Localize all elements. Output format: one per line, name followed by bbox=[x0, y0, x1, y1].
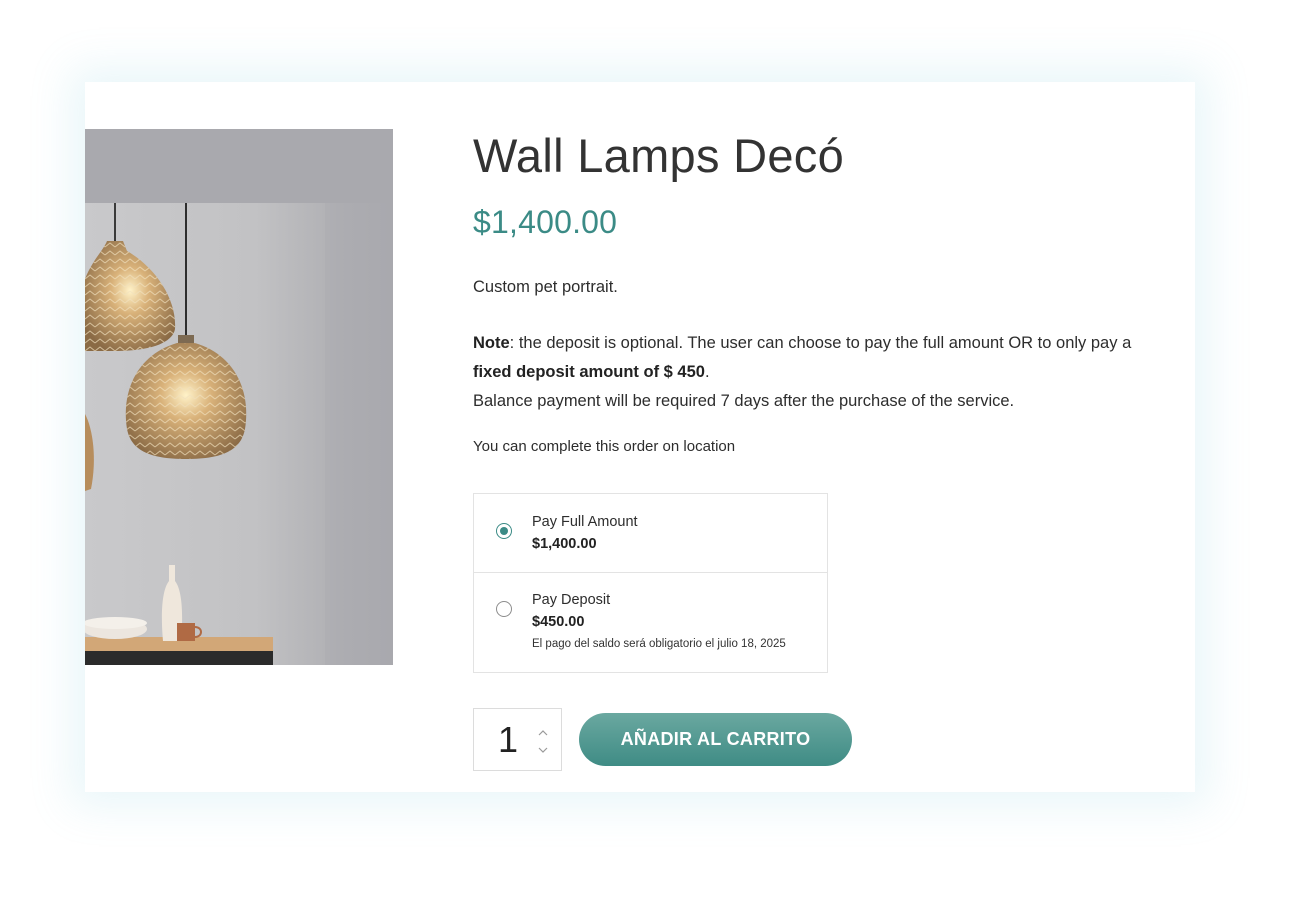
add-to-cart-button[interactable]: AÑADIR AL CARRITO bbox=[579, 713, 852, 766]
note-label: Note bbox=[473, 334, 510, 352]
pay-full-option[interactable]: Pay Full Amount $1,400.00 bbox=[474, 494, 827, 573]
product-price: $1,400.00 bbox=[473, 204, 618, 240]
location-text: You can complete this order on location bbox=[473, 438, 736, 455]
product-short-description: Custom pet portrait. bbox=[473, 278, 618, 296]
pay-deposit-label: Pay Deposit bbox=[532, 592, 611, 608]
quantity-value[interactable]: 1 bbox=[498, 719, 518, 761]
pendant-lamps-photo bbox=[85, 129, 393, 665]
pay-full-amount: $1,400.00 bbox=[532, 536, 597, 552]
product-image[interactable] bbox=[85, 129, 393, 665]
pay-deposit-amount: $450.00 bbox=[532, 614, 585, 630]
note-bold-amount: fixed deposit amount of $ 450 bbox=[473, 363, 705, 381]
chevron-up-icon[interactable] bbox=[536, 725, 550, 736]
pay-deposit-option[interactable]: Pay Deposit $450.00 El pago del saldo se… bbox=[474, 573, 827, 673]
deposit-note: Note: the deposit is optional. The user … bbox=[473, 329, 1195, 416]
pay-deposit-radio[interactable] bbox=[496, 601, 512, 617]
note-text: : the deposit is optional. The user can … bbox=[509, 334, 1132, 352]
balance-note: Balance payment will be required 7 days … bbox=[473, 392, 1015, 410]
pay-full-radio[interactable] bbox=[496, 523, 512, 539]
note-text-end: . bbox=[704, 363, 710, 381]
product-title: Wall Lamps Decó bbox=[473, 129, 845, 182]
pay-deposit-note: El pago del saldo será obligatorio el ju… bbox=[532, 638, 786, 650]
quantity-stepper[interactable]: 1 bbox=[473, 708, 562, 771]
chevron-down-icon[interactable] bbox=[536, 742, 550, 753]
pay-full-label: Pay Full Amount bbox=[532, 514, 638, 530]
payment-options: Pay Full Amount $1,400.00 Pay Deposit $4… bbox=[473, 493, 828, 673]
